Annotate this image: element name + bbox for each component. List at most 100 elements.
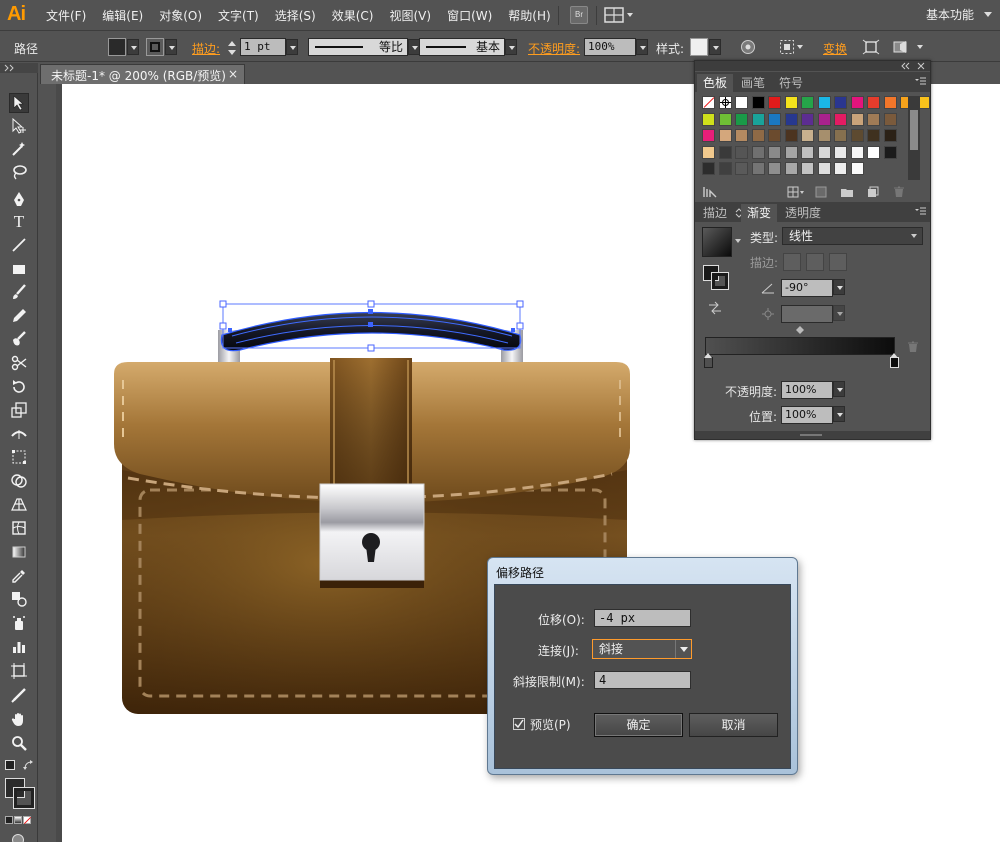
swatch[interactable] xyxy=(850,96,864,109)
rotate-tool-icon[interactable] xyxy=(9,377,29,397)
swatch[interactable] xyxy=(718,162,732,175)
stroke-weight-input[interactable]: 1 pt xyxy=(240,38,286,56)
preview-label[interactable]: 预览(P) xyxy=(530,716,571,733)
recolor-artwork-icon[interactable] xyxy=(740,39,756,55)
type-tool-icon[interactable]: T xyxy=(9,212,29,232)
swatch[interactable] xyxy=(883,145,897,159)
tab-stroke[interactable]: 描边 xyxy=(703,204,727,221)
swatch[interactable] xyxy=(834,129,847,142)
draw-mode-icon[interactable] xyxy=(10,833,26,842)
blend-tool-icon[interactable] xyxy=(9,589,29,609)
zoom-tool-icon[interactable] xyxy=(9,733,29,753)
swatch[interactable] xyxy=(784,96,798,109)
gradient-tool-icon[interactable] xyxy=(9,542,29,562)
swatch[interactable] xyxy=(735,162,748,175)
slice-tool-icon[interactable] xyxy=(9,685,29,705)
brush-definition[interactable]: 基本 xyxy=(419,38,505,56)
join-select[interactable]: 斜接 xyxy=(592,639,692,659)
none-swatch[interactable] xyxy=(702,96,715,109)
paintbrush-tool-icon[interactable] xyxy=(9,282,29,302)
gradient-slider[interactable] xyxy=(705,337,895,355)
stroke-dropdown[interactable] xyxy=(165,39,177,55)
stroke-gradient-within-button[interactable] xyxy=(783,253,801,271)
show-kinds-icon[interactable] xyxy=(787,186,805,198)
menu-edit[interactable]: 编辑(E) xyxy=(94,7,151,24)
mesh-tool-icon[interactable] xyxy=(9,518,29,538)
delete-swatch-icon[interactable] xyxy=(893,186,905,198)
pencil-tool-icon[interactable] xyxy=(9,306,29,326)
workspace-switcher[interactable]: 基本功能 xyxy=(926,6,974,23)
swatch[interactable] xyxy=(702,129,715,142)
swatch[interactable] xyxy=(735,112,748,126)
panel-menu-icon[interactable] xyxy=(914,76,926,86)
stroke-weight-dropdown[interactable] xyxy=(286,39,298,55)
gradient-type-select[interactable]: 线性 xyxy=(782,227,923,245)
artboard-tool-icon[interactable] xyxy=(9,661,29,681)
miter-limit-input[interactable]: 4 xyxy=(594,671,691,689)
collapse-panel-icon[interactable] xyxy=(900,62,910,70)
swatch[interactable] xyxy=(702,112,715,126)
tools-panel-header[interactable] xyxy=(0,63,38,73)
registration-swatch[interactable] xyxy=(718,96,732,109)
swatch[interactable] xyxy=(718,145,732,159)
swatch[interactable] xyxy=(883,112,897,126)
opacity-dropdown[interactable] xyxy=(636,39,648,55)
shape-builder-tool-icon[interactable] xyxy=(9,471,29,491)
selection-tool-icon[interactable] xyxy=(9,93,29,113)
cancel-button[interactable]: 取消 xyxy=(689,713,778,737)
swatch[interactable] xyxy=(751,145,765,159)
swatch[interactable] xyxy=(784,129,798,142)
transform-label[interactable]: 变换 xyxy=(823,40,847,57)
angle-input[interactable]: -90° xyxy=(781,279,833,297)
swatch[interactable] xyxy=(834,162,847,175)
arrange-documents-icon[interactable] xyxy=(604,7,634,23)
menu-type[interactable]: 文字(T) xyxy=(210,7,267,24)
gradient-stop-start[interactable] xyxy=(704,353,713,368)
swatch[interactable] xyxy=(784,162,798,175)
swatch[interactable] xyxy=(817,162,831,175)
default-colors-icon[interactable] xyxy=(5,760,15,770)
stroke-indicator[interactable] xyxy=(711,272,729,290)
lasso-tool-icon[interactable] xyxy=(9,162,29,182)
swatch[interactable] xyxy=(817,129,831,142)
symbol-sprayer-tool-icon[interactable] xyxy=(9,613,29,633)
swatch[interactable] xyxy=(768,112,781,126)
reverse-gradient-icon[interactable] xyxy=(708,301,722,315)
menu-help[interactable]: 帮助(H) xyxy=(500,7,558,24)
bridge-button[interactable]: Br xyxy=(570,6,588,24)
menu-object[interactable]: 对象(O) xyxy=(151,7,210,24)
swatch[interactable] xyxy=(768,162,781,175)
panel-grip[interactable] xyxy=(695,61,930,71)
gradient-mode-button[interactable] xyxy=(14,816,22,824)
swatch[interactable] xyxy=(735,145,748,159)
scale-tool-icon[interactable] xyxy=(9,400,29,420)
swatch[interactable] xyxy=(850,129,864,142)
scissors-tool-icon[interactable] xyxy=(9,353,29,373)
swatch[interactable] xyxy=(702,162,715,175)
delete-stop-icon[interactable] xyxy=(907,341,919,353)
gradient-preview-swatch[interactable] xyxy=(702,227,732,257)
free-transform-tool-icon[interactable] xyxy=(9,447,29,467)
isolate-icon[interactable] xyxy=(862,39,880,55)
stroke-gradient-along-button[interactable] xyxy=(806,253,824,271)
swatch[interactable] xyxy=(751,112,765,126)
stroke-color-box[interactable] xyxy=(13,787,35,809)
gradient-stop-end[interactable] xyxy=(890,353,899,368)
swatch[interactable] xyxy=(801,96,814,109)
new-swatch-icon[interactable] xyxy=(867,186,879,198)
swatch[interactable] xyxy=(850,145,864,159)
swatch[interactable] xyxy=(718,112,732,126)
swatch[interactable] xyxy=(751,96,765,109)
swatch[interactable] xyxy=(817,96,831,109)
brush-dropdown[interactable] xyxy=(505,39,517,55)
fill-dropdown[interactable] xyxy=(127,39,139,55)
tab-brushes[interactable]: 画笔 xyxy=(741,74,765,91)
swatch[interactable] xyxy=(801,129,814,142)
swatch[interactable] xyxy=(751,129,765,142)
swatch[interactable] xyxy=(867,145,880,159)
swatch[interactable] xyxy=(718,129,732,142)
tab-gradient[interactable]: 渐变 xyxy=(741,204,778,222)
swatch[interactable] xyxy=(867,96,880,109)
rectangle-tool-icon[interactable] xyxy=(9,259,29,279)
swatch[interactable] xyxy=(834,96,847,109)
